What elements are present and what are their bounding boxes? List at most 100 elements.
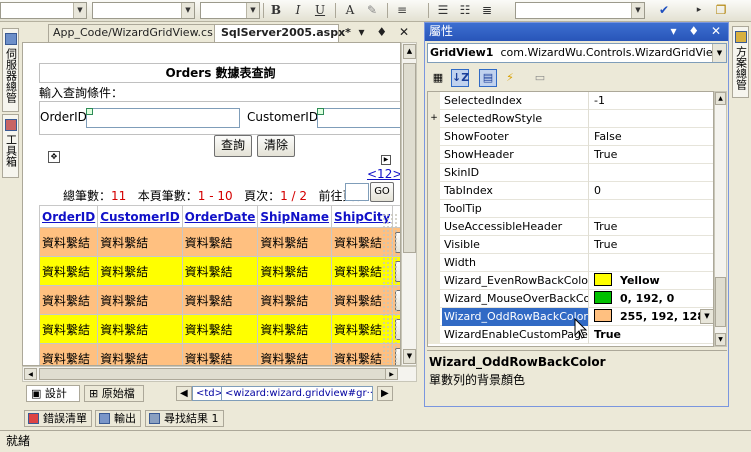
categorized-icon[interactable]: ▦ (429, 69, 447, 87)
property-value[interactable]: True (590, 218, 713, 236)
property-value[interactable]: True (590, 236, 713, 254)
property-row[interactable]: Visible True (428, 236, 713, 254)
design-vertical-scrollbar[interactable]: ▲ ▼ (401, 42, 417, 366)
copy-icon[interactable]: ❐ (712, 2, 730, 19)
property-value[interactable]: 255, 192, 128 ▼ (590, 308, 713, 326)
property-row[interactable]: WizardEnableCustomPager True (428, 326, 713, 344)
column-header-customerid[interactable]: CustomerID (97, 205, 183, 228)
font-color-button[interactable]: A (341, 2, 359, 19)
scroll-left-icon[interactable]: ◀ (24, 368, 37, 380)
tag-nav-right-icon[interactable]: ▶ (377, 386, 393, 401)
property-row[interactable]: Wizard_MouseOverBackColor 0, 192, 0 (428, 290, 713, 308)
property-value[interactable] (590, 254, 713, 272)
clear-button[interactable]: 清除 (257, 135, 295, 157)
property-row[interactable]: Wizard_OddRowBackColor 255, 192, 128 ▼ (428, 308, 713, 326)
chevron-down-icon[interactable]: ▼ (700, 309, 713, 324)
indent-button[interactable]: ≣ (478, 2, 496, 19)
tag-nav-left-icon[interactable]: ◀ (176, 386, 192, 401)
properties-window-buttons[interactable]: ▾ ♦ ✕ (671, 23, 725, 40)
tab-wizardgridview-cs[interactable]: App_Code/WizardGridView.cs (48, 24, 232, 42)
orderid-label: OrderID (40, 110, 87, 124)
property-pages-icon[interactable]: ▭ (531, 69, 549, 87)
customerid-input[interactable] (317, 108, 400, 128)
toolbar-options-icon[interactable]: ▸ (690, 2, 708, 19)
property-row[interactable]: UseAccessibleHeader True (428, 218, 713, 236)
property-row[interactable]: ToolTip (428, 200, 713, 218)
italic-button[interactable]: I (289, 2, 307, 19)
property-value[interactable]: False (590, 128, 713, 146)
highlight-button[interactable]: ✎ (363, 2, 381, 19)
property-value[interactable]: True (590, 146, 713, 164)
column-header-shipname[interactable]: ShipName (257, 205, 333, 228)
scroll-right-icon[interactable]: ▶ (385, 368, 398, 380)
server-explorer-tab[interactable]: 伺服器總管 (2, 28, 19, 112)
description-text: 單數列的背景顏色 (429, 373, 526, 387)
properties-view-icon[interactable]: ▤ (479, 69, 497, 87)
block-format-combo[interactable]: ▼ (0, 2, 87, 19)
orderid-input[interactable] (86, 108, 240, 128)
property-row[interactable]: TabIndex 0 (428, 182, 713, 200)
underline-button[interactable]: U (311, 2, 329, 19)
expand-icon[interactable]: + (428, 110, 440, 128)
property-row[interactable]: Wizard_EvenRowBackColor Yellow (428, 272, 713, 290)
design-horizontal-scrollbar[interactable]: ◀ ▶ (22, 366, 417, 382)
style-combo[interactable]: ▼ (515, 2, 645, 19)
tab-output[interactable]: 輸出 (95, 410, 141, 427)
property-value[interactable]: 0 (590, 182, 713, 200)
property-value[interactable] (590, 200, 713, 218)
chevron-down-icon[interactable]: ▼ (712, 44, 726, 62)
scroll-down-icon[interactable]: ▼ (715, 333, 726, 346)
scroll-up-icon[interactable]: ▲ (403, 44, 416, 59)
align-button[interactable]: ≡ (393, 2, 411, 19)
pager-link[interactable]: <12> (367, 167, 400, 181)
source-view-tab[interactable]: ⊞ 原始檔 (84, 385, 144, 402)
description-title: Wizard_OddRowBackColor (429, 355, 606, 369)
numbered-list-button[interactable]: ☰ (434, 2, 452, 19)
spellcheck-icon[interactable]: ✔ (655, 2, 673, 19)
property-grid-scrollbar[interactable]: ▲ ▼ (714, 91, 727, 347)
property-row[interactable]: Width (428, 254, 713, 272)
horizontal-scroll-thumb[interactable] (39, 368, 394, 380)
solution-explorer-tab[interactable]: 方案總管 (732, 26, 749, 98)
property-row[interactable]: SelectedIndex -1 (428, 92, 713, 110)
events-icon[interactable]: ⚡ (501, 69, 519, 87)
scroll-thumb[interactable] (715, 277, 726, 327)
tag-wizard-gridview[interactable]: <wizard:wizard.gridview#gr···> (221, 386, 373, 401)
bold-button[interactable]: B (267, 2, 285, 19)
goto-page-input[interactable] (345, 183, 369, 201)
property-row[interactable]: ShowHeader True (428, 146, 713, 164)
bulleted-list-button[interactable]: ☷ (456, 2, 474, 19)
property-row[interactable]: ShowFooter False (428, 128, 713, 146)
scroll-down-icon[interactable]: ▼ (403, 349, 416, 364)
property-name: SelectedIndex (442, 92, 589, 110)
tab-find-results[interactable]: 尋找結果 1 (145, 410, 224, 427)
tab-sqlserver2005-aspx[interactable]: SqlServer2005.aspx* (214, 24, 351, 42)
row-gutter (428, 290, 440, 308)
property-value[interactable]: -1 (590, 92, 713, 110)
font-name-combo[interactable]: ▼ (92, 2, 195, 19)
alphabetical-icon[interactable]: ↓Z (451, 69, 469, 87)
font-size-combo[interactable]: ▼ (200, 2, 260, 19)
scroll-up-icon[interactable]: ▲ (715, 92, 726, 105)
property-value[interactable]: Yellow (590, 272, 713, 290)
design-view-tab[interactable]: ▣ 設計 (26, 385, 80, 402)
column-header-orderdate[interactable]: OrderDate (181, 205, 259, 228)
property-row[interactable]: + SelectedRowStyle (428, 110, 713, 128)
tab-error-list[interactable]: 錯誤清單 (24, 410, 92, 427)
property-value[interactable] (590, 164, 713, 182)
toolbox-tab[interactable]: 工具箱 (2, 114, 19, 178)
table-cell: 資料繫結 (38, 227, 99, 257)
property-value[interactable]: 0, 192, 0 (590, 290, 713, 308)
scroll-thumb[interactable] (403, 63, 416, 253)
object-selector[interactable]: GridView1 com.WizardWu.Controls.WizardGr… (427, 43, 727, 63)
property-value[interactable] (590, 110, 713, 128)
column-header-orderid[interactable]: OrderID (38, 205, 99, 228)
move-handle-icon[interactable]: ✥ (48, 151, 60, 163)
property-row[interactable]: SkinID (428, 164, 713, 182)
design-surface[interactable]: Orders 數據表查詢 輸入查詢條件： OrderID CustomerID … (22, 42, 401, 366)
search-button[interactable]: 查詢 (214, 135, 252, 157)
document-window-buttons[interactable]: ▾ ♦ ✕ (359, 25, 413, 39)
go-button[interactable]: GO (370, 182, 394, 202)
smart-tag-arrow-icon[interactable]: ▶ (381, 155, 391, 165)
property-value[interactable]: True (590, 326, 713, 344)
